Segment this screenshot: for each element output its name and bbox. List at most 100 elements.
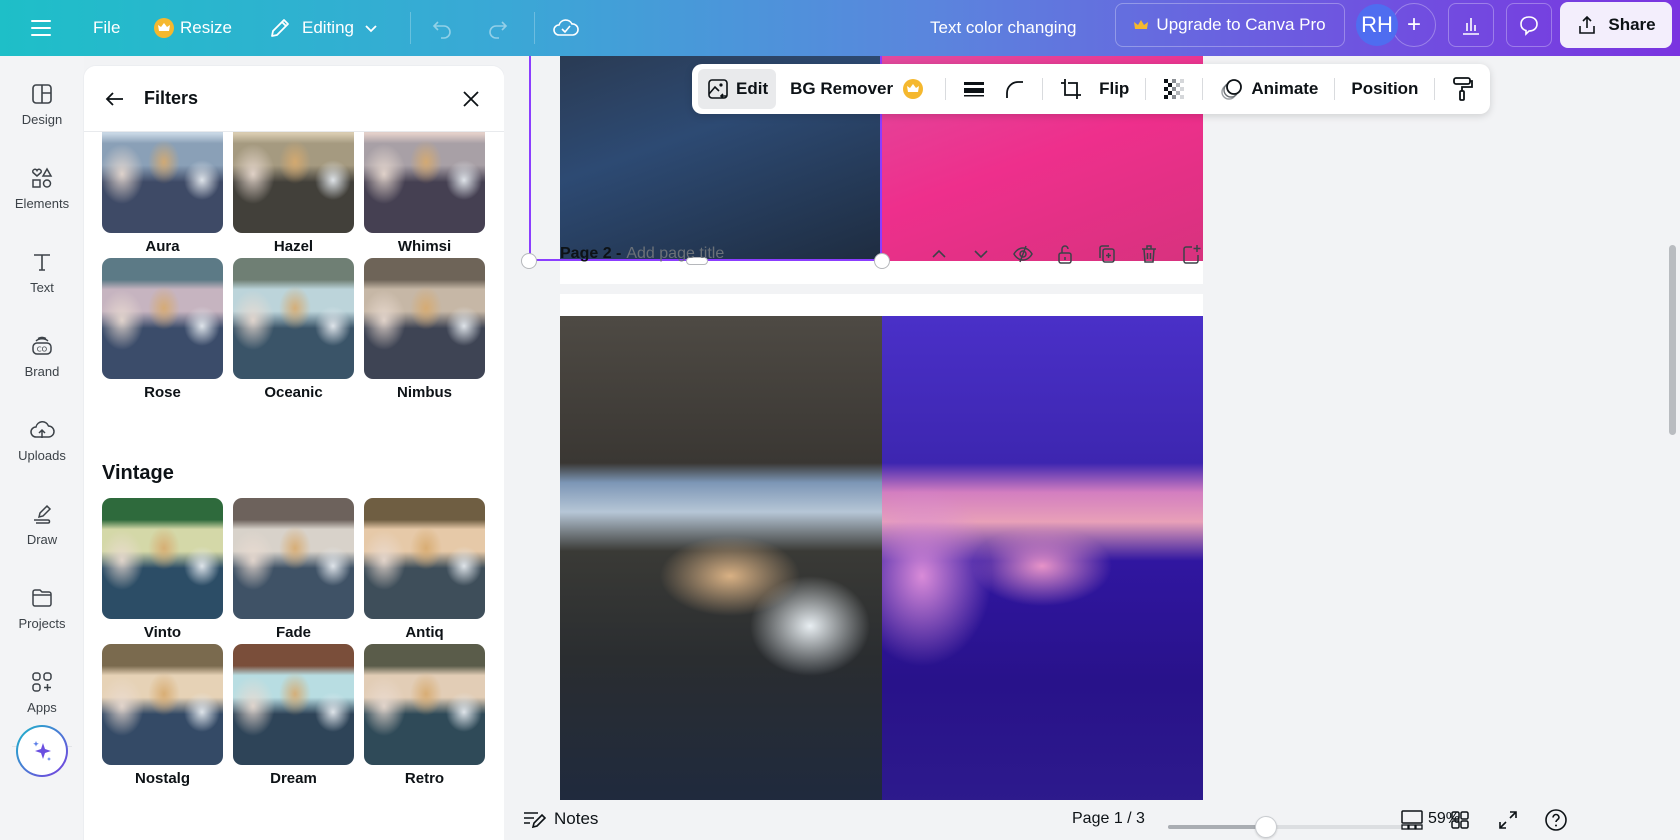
filter-label: Whimsi [397, 238, 452, 255]
avatar[interactable]: RH [1356, 4, 1398, 46]
upgrade-button[interactable]: Upgrade to Canva Pro [1115, 3, 1345, 47]
shapes-icon [32, 167, 53, 188]
share-button[interactable]: Share [1560, 2, 1672, 48]
help-icon [1545, 809, 1567, 831]
grid-icon [1451, 811, 1469, 829]
notes-button[interactable]: Notes [522, 808, 598, 830]
redo-icon [489, 21, 508, 39]
delete-page-button[interactable] [1137, 242, 1161, 266]
photo-purple-duotone-car-selfie[interactable] [882, 316, 1203, 800]
filter-thumbnail-fade[interactable] [233, 498, 354, 619]
left-rail: Design Elements Text CO Brand Uploads Dr… [0, 56, 84, 840]
rail-label: Elements [14, 196, 70, 211]
bg-remover-button[interactable]: BG Remover [782, 69, 937, 109]
invite-button[interactable]: + [1392, 3, 1436, 47]
transparency-button[interactable] [1154, 69, 1194, 109]
move-page-down-button[interactable] [969, 242, 993, 266]
add-page-button[interactable] [1179, 242, 1203, 266]
position-button[interactable]: Position [1343, 69, 1426, 109]
fullscreen-button[interactable] [1496, 808, 1520, 832]
page-view-button[interactable] [1400, 808, 1424, 832]
resize-label: Resize [180, 18, 232, 37]
page-count[interactable]: Page 1 / 3 [1072, 810, 1145, 828]
resize-handle-bottom-left[interactable] [521, 253, 537, 269]
filter-thumbnail-dream[interactable] [233, 644, 354, 765]
hide-page-button[interactable] [1011, 242, 1035, 266]
upload-share-icon [1579, 15, 1596, 34]
animate-button[interactable]: Animate [1211, 69, 1326, 109]
upgrade-label: Upgrade to Canva Pro [1156, 15, 1326, 34]
insights-button[interactable] [1448, 3, 1494, 47]
editing-mode-dropdown[interactable]: Editing [268, 0, 378, 56]
duplicate-icon [1099, 245, 1115, 263]
canvas-scrollbar[interactable] [1669, 245, 1676, 435]
notes-icon [524, 812, 546, 829]
border-lines-icon [964, 82, 985, 97]
rail-label: Draw [26, 532, 58, 547]
comments-button[interactable] [1506, 3, 1552, 47]
lock-page-button[interactable] [1053, 242, 1077, 266]
divider [410, 12, 411, 44]
close-button[interactable] [458, 86, 484, 112]
help-button[interactable] [1544, 808, 1568, 832]
rail-item-brand[interactable]: CO Brand [0, 308, 84, 388]
rail-item-design[interactable]: Design [0, 56, 84, 136]
filter-label: Vinto [143, 624, 182, 641]
rail-label: Design [21, 112, 63, 127]
divider [945, 78, 947, 100]
duplicate-page-button[interactable] [1095, 242, 1119, 266]
filter-thumbnail-rose[interactable] [102, 258, 223, 379]
crop-button[interactable] [1051, 69, 1091, 109]
panel-header: Filters [84, 66, 504, 132]
border-style-button[interactable] [954, 69, 994, 109]
copy-style-button[interactable] [1443, 69, 1483, 109]
paint-roller-icon [1453, 77, 1474, 101]
rail-item-text[interactable]: Text [0, 224, 84, 304]
magic-assistant-button[interactable] [16, 725, 68, 777]
unlock-icon [1058, 245, 1072, 264]
file-menu[interactable]: File [93, 0, 120, 56]
zoom-slider-thumb[interactable] [1255, 816, 1278, 838]
crown-icon [903, 79, 924, 99]
filter-thumbnail-oceanic[interactable] [233, 258, 354, 379]
menu-button[interactable] [30, 0, 52, 56]
divider [534, 12, 535, 44]
move-page-up-button[interactable] [927, 242, 951, 266]
filter-thumbnail-vinto[interactable] [102, 498, 223, 619]
rail-item-draw[interactable]: Draw [0, 476, 84, 556]
filter-thumbnail-nimbus[interactable] [364, 258, 485, 379]
document-title[interactable]: Text color changing [930, 0, 1076, 56]
filter-label: Nimbus [396, 384, 452, 401]
bg-remover-label: BG Remover [790, 79, 894, 98]
transparency-checker-icon [1164, 79, 1185, 99]
redo-button[interactable] [486, 0, 510, 56]
corner-rounding-button[interactable] [994, 69, 1034, 109]
rail-item-projects[interactable]: Projects [0, 560, 84, 640]
comment-icon [1520, 16, 1538, 36]
page-title-input[interactable]: Add page title [626, 245, 724, 263]
filter-thumbnail-nostalg[interactable] [102, 644, 223, 765]
filters-panel: Filters Aura Hazel Whimsi Rose Oceanic Nimbus… [84, 66, 504, 840]
rail-item-apps[interactable]: Apps [0, 644, 84, 724]
panel-title: Filters [144, 88, 199, 108]
rail-item-elements[interactable]: Elements [0, 140, 84, 220]
edit-image-button[interactable]: Edit [698, 69, 777, 109]
zoom-slider[interactable] [1168, 816, 1402, 838]
filter-thumbnail-retro[interactable] [364, 644, 485, 765]
filter-thumbnail-antiq[interactable] [364, 498, 485, 619]
rail-item-uploads[interactable]: Uploads [0, 392, 84, 472]
undo-button[interactable] [430, 0, 454, 56]
back-button[interactable] [102, 86, 128, 112]
filter-label: Retro [404, 770, 445, 787]
filter-label: Rose [144, 384, 181, 401]
rail-label: Uploads [18, 448, 66, 463]
photo-original-car-selfie[interactable] [560, 316, 882, 800]
share-label: Share [1608, 15, 1656, 34]
save-status-button[interactable] [552, 0, 580, 56]
flip-button[interactable]: Flip [1091, 69, 1137, 109]
resize-button[interactable]: Resize [154, 0, 232, 56]
grid-view-button[interactable] [1448, 808, 1472, 832]
chevron-up-icon [932, 249, 946, 258]
bottom-bar: Notes Page 1 / 3 59% [504, 800, 1680, 840]
add-page-icon [1183, 245, 1201, 264]
